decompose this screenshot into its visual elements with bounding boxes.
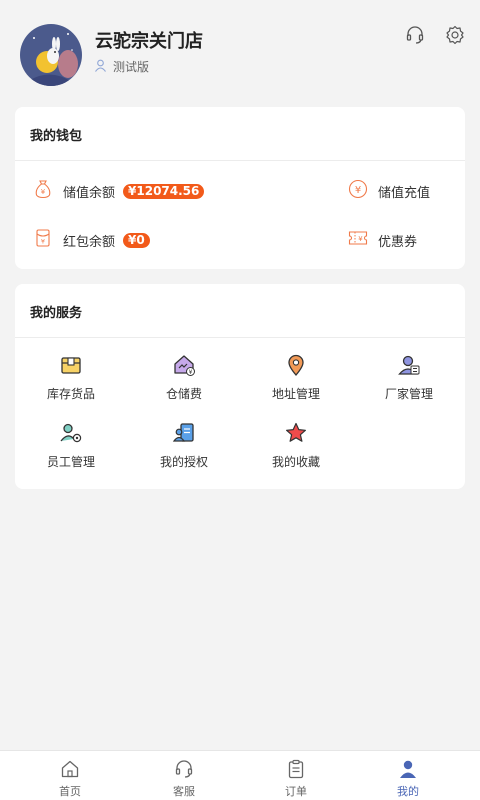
wallet-title: 我的钱包: [30, 129, 83, 144]
tab-mine[interactable]: 我的: [348, 751, 468, 800]
version-label: 测试版: [113, 60, 150, 74]
gear-icon[interactable]: [444, 24, 466, 46]
box-icon: [58, 352, 84, 378]
service-favorites[interactable]: 我的收藏: [240, 420, 352, 470]
user-icon: [94, 57, 107, 76]
store-name: 云驼宗关门店: [95, 31, 203, 52]
service-staff[interactable]: 员工管理: [15, 420, 127, 470]
staff-icon: [58, 420, 84, 446]
red-packet-label: 红包余额: [63, 234, 116, 250]
clipboard-icon: [285, 758, 307, 780]
coupon-label: 优惠券: [378, 234, 418, 250]
red-packet-row[interactable]: ¥ 红包余额 ¥0: [33, 228, 150, 252]
person-icon: [397, 758, 419, 780]
headset-icon[interactable]: [404, 24, 426, 46]
tab-label: 订单: [285, 785, 307, 798]
warehouse-fee-icon: ¥: [171, 352, 197, 378]
svg-text:¥: ¥: [355, 185, 361, 196]
avatar[interactable]: [20, 24, 82, 86]
recharge-row[interactable]: ¥ 储值充值: [348, 179, 430, 203]
tab-label: 客服: [173, 785, 195, 798]
manufacturer-icon: [396, 352, 422, 378]
authorization-icon: [171, 420, 197, 446]
service-label: 库存货品: [46, 387, 95, 401]
coupon-icon: ¥: [348, 228, 368, 252]
services-title: 我的服务: [30, 306, 83, 321]
red-envelope-icon: ¥: [33, 228, 53, 252]
services-card: 我的服务 库存货品 ¥ 仓储费 地址管理 厂家管理 员工管理 我的授权 我的收藏: [15, 284, 465, 489]
svg-text:¥: ¥: [41, 238, 45, 246]
service-authorization[interactable]: 我的授权: [128, 420, 240, 470]
service-manufacturer[interactable]: 厂家管理: [353, 352, 465, 402]
service-inventory[interactable]: 库存货品: [15, 352, 127, 402]
wallet-card: 我的钱包 ¥ 储值余额 ¥12074.56 ¥ 储值充值 ¥ 红包余额 ¥0 ¥…: [15, 107, 465, 269]
svg-text:¥: ¥: [189, 369, 193, 376]
tab-support[interactable]: 客服: [124, 751, 244, 800]
service-label: 员工管理: [46, 455, 95, 469]
service-label: 仓储费: [165, 387, 202, 401]
service-address[interactable]: 地址管理: [240, 352, 352, 402]
headset-icon: [173, 758, 195, 780]
stored-value-amount: ¥12074.56: [123, 183, 205, 199]
svg-text:¥: ¥: [41, 188, 46, 196]
version-line: 测试版: [94, 57, 149, 76]
service-label: 我的收藏: [271, 455, 320, 469]
divider: [15, 337, 465, 338]
service-label: 厂家管理: [384, 387, 433, 401]
stored-value-row[interactable]: ¥ 储值余额 ¥12074.56: [33, 179, 205, 203]
tab-label: 首页: [59, 785, 81, 798]
red-packet-amount: ¥0: [123, 232, 150, 248]
home-icon: [59, 758, 81, 780]
money-bag-icon: ¥: [33, 179, 53, 203]
service-label: 我的授权: [159, 455, 208, 469]
location-pin-icon: [283, 352, 309, 378]
divider: [15, 160, 465, 161]
tab-label: 我的: [397, 785, 419, 798]
bottom-tab-bar: 首页 客服 订单 我的: [0, 750, 480, 800]
star-icon: [283, 420, 309, 446]
tab-orders[interactable]: 订单: [236, 751, 356, 800]
tab-home[interactable]: 首页: [10, 751, 130, 800]
svg-text:¥: ¥: [358, 235, 363, 243]
profile-header: 云驼宗关门店 测试版: [0, 0, 480, 100]
yuan-circle-icon: ¥: [348, 179, 368, 203]
stored-value-label: 储值余额: [63, 185, 116, 201]
service-label: 地址管理: [271, 387, 320, 401]
coupon-row[interactable]: ¥ 优惠券: [348, 228, 417, 252]
recharge-label: 储值充值: [378, 185, 431, 201]
service-storage-fee[interactable]: ¥ 仓储费: [128, 352, 240, 402]
